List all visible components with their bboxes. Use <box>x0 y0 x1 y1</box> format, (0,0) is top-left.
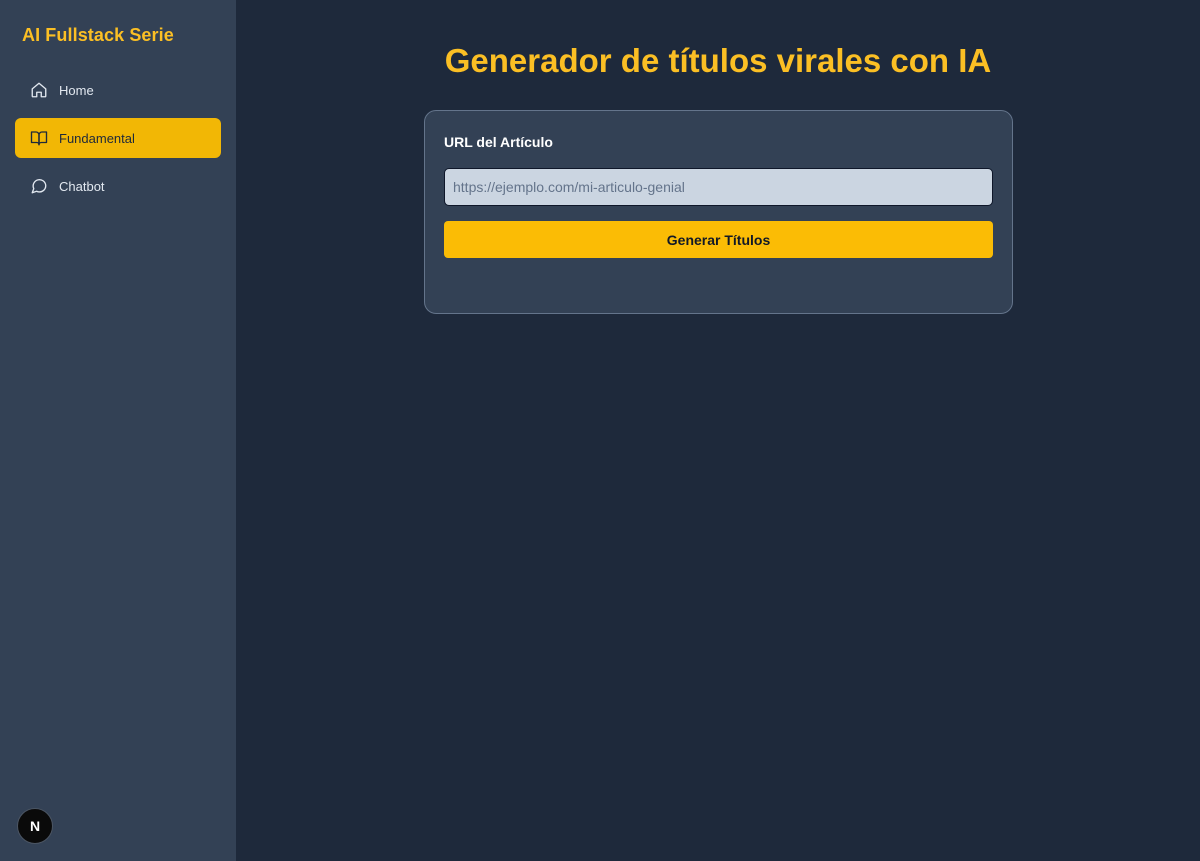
sidebar: AI Fullstack Serie Home Fundamental Chat… <box>0 0 236 861</box>
article-url-input[interactable] <box>444 168 993 206</box>
message-circle-icon <box>29 176 49 196</box>
book-open-icon <box>29 128 49 148</box>
url-form-card: URL del Artículo Generar Títulos <box>424 110 1013 314</box>
generate-titles-button[interactable]: Generar Títulos <box>444 221 993 258</box>
sidebar-item-label: Fundamental <box>59 130 135 146</box>
sidebar-item-label: Chatbot <box>59 178 105 194</box>
home-icon <box>29 80 49 100</box>
url-field-label: URL del Artículo <box>444 134 553 150</box>
sidebar-item-home[interactable]: Home <box>15 70 221 110</box>
sidebar-item-chatbot[interactable]: Chatbot <box>15 166 221 206</box>
sidebar-item-label: Home <box>59 82 94 98</box>
nextjs-logo-icon[interactable]: N <box>17 808 53 844</box>
brand-title: AI Fullstack Serie <box>22 25 174 45</box>
main-content: Generador de títulos virales con IA URL … <box>236 0 1200 861</box>
page-title: Generador de títulos virales con IA <box>444 42 992 79</box>
app-root: AI Fullstack Serie Home Fundamental Chat… <box>0 0 1200 861</box>
nextjs-logo-letter: N <box>29 818 41 834</box>
sidebar-item-fundamental[interactable]: Fundamental <box>15 118 221 158</box>
sidebar-nav: Home Fundamental Chatbot <box>15 70 221 214</box>
